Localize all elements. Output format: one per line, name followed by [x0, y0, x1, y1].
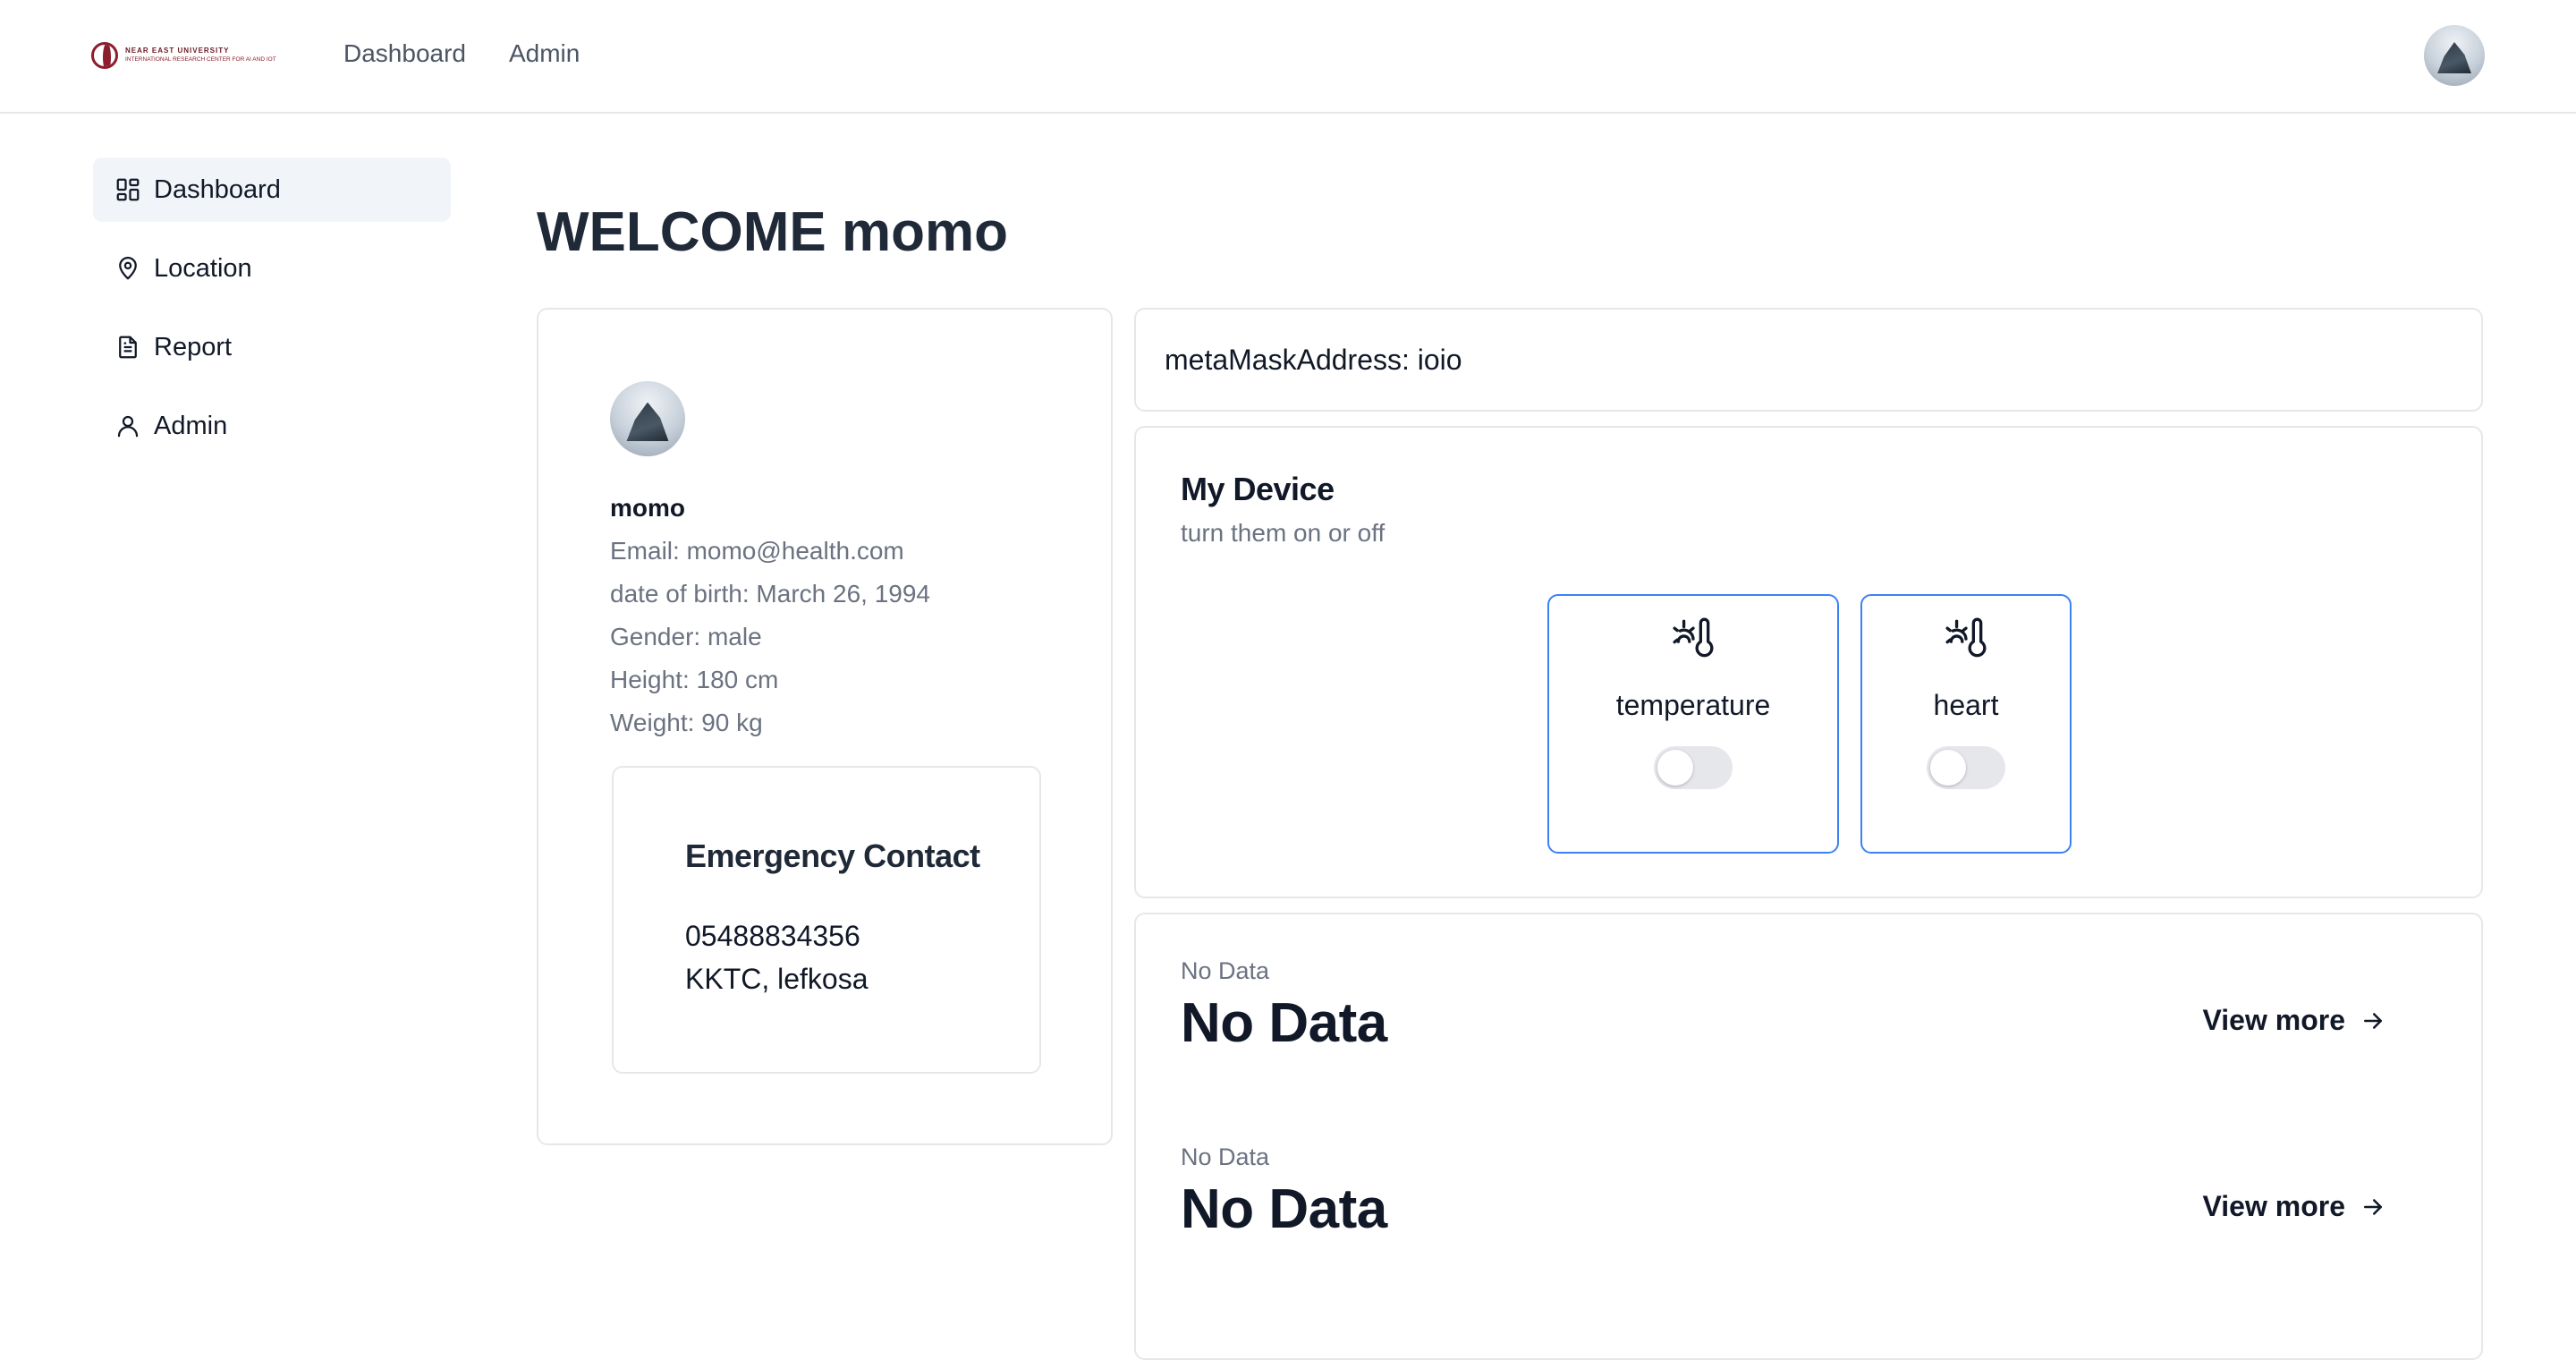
- profile-details: Email: momo@health.com date of birth: Ma…: [610, 530, 930, 744]
- data-caption: No Data: [1181, 1143, 1270, 1170]
- thermometer-sun-icon: [1945, 617, 1987, 658]
- sidebar-item-dashboard[interactable]: Dashboard: [93, 157, 451, 222]
- emergency-contact-phone: 05488834356: [685, 920, 860, 952]
- device-title: My Device: [1181, 471, 1335, 507]
- nav-link-dashboard[interactable]: Dashboard: [343, 39, 466, 68]
- logo-text: NEAR EAST UNIVERSITY INTERNATIONAL RESEA…: [125, 47, 276, 64]
- sidebar-item-report[interactable]: Report: [93, 315, 451, 379]
- university-logo[interactable]: NEAR EAST UNIVERSITY INTERNATIONAL RESEA…: [91, 38, 276, 73]
- data-row: No Data No Data View more: [1181, 957, 2440, 1101]
- profile-dob: date of birth: March 26, 1994: [610, 580, 930, 608]
- dashboard-icon: [116, 178, 140, 201]
- heart-toggle[interactable]: [1927, 746, 2005, 789]
- profile-card: momo Email: momo@health.com date of birt…: [537, 308, 1113, 1145]
- document-icon: [119, 336, 137, 359]
- logo-line2: INTERNATIONAL RESEARCH CENTER FOR AI AND…: [125, 56, 276, 64]
- data-row: No Data No Data View more: [1181, 1143, 2440, 1287]
- logo-line1: NEAR EAST UNIVERSITY: [125, 47, 230, 55]
- view-more-label: View more: [2202, 1004, 2345, 1036]
- profile-email: Email: momo@health.com: [610, 537, 904, 565]
- emergency-contact-address: KKTC, lefkosa: [685, 963, 869, 995]
- data-value: No Data: [1181, 992, 1387, 1054]
- nav-link-admin[interactable]: Admin: [509, 39, 580, 68]
- temperature-toggle[interactable]: [1654, 746, 1733, 789]
- logo-emblem-icon: [91, 42, 118, 69]
- sidebar-item-admin[interactable]: Admin: [93, 394, 451, 458]
- device-heart: heart: [1860, 594, 2072, 854]
- profile-gender: Gender: male: [610, 623, 762, 650]
- sidebar-item-label: Location: [154, 253, 252, 283]
- user-avatar[interactable]: [2424, 25, 2485, 86]
- toggle-knob: [1930, 750, 1966, 786]
- top-nav: Dashboard Admin: [343, 39, 580, 68]
- emergency-contact-title: Emergency Contact: [685, 837, 980, 874]
- top-navbar: NEAR EAST UNIVERSITY INTERNATIONAL RESEA…: [0, 0, 2576, 114]
- profile-avatar: [610, 381, 685, 456]
- arrow-right-icon: [2364, 1198, 2382, 1215]
- metamask-address: metaMaskAddress: ioio: [1165, 344, 1462, 376]
- device-subtitle: turn them on or off: [1181, 519, 1385, 547]
- toggle-knob: [1657, 750, 1693, 786]
- device-temperature: temperature: [1547, 594, 1839, 854]
- sidebar-item-location[interactable]: Location: [93, 236, 451, 301]
- emergency-contact-card: Emergency Contact 05488834356 KKTC, lefk…: [612, 766, 1041, 1074]
- device-label: heart: [1933, 689, 1999, 721]
- sidebar-item-label: Admin: [154, 411, 228, 440]
- page-title: WELCOME momo: [537, 201, 1008, 263]
- user-icon: [117, 415, 139, 438]
- my-device-card: My Device turn them on or off temperatur…: [1134, 426, 2483, 898]
- data-value: No Data: [1181, 1178, 1387, 1240]
- view-more-link[interactable]: View more: [2203, 1004, 2386, 1037]
- device-label: temperature: [1615, 689, 1771, 721]
- profile-name: momo: [610, 494, 685, 522]
- sidebar: Dashboard Location Report Admin: [93, 157, 451, 472]
- profile-height: Height: 180 cm: [610, 666, 779, 693]
- sidebar-item-label: Dashboard: [154, 174, 281, 204]
- location-pin-icon: [119, 257, 137, 280]
- metamask-card: metaMaskAddress: ioio: [1134, 308, 2483, 412]
- sidebar-item-label: Report: [154, 332, 233, 361]
- thermometer-sun-icon: [1673, 617, 1714, 658]
- data-summary-card: No Data No Data View more No Data No Dat…: [1134, 913, 2483, 1360]
- view-more-link[interactable]: View more: [2203, 1190, 2386, 1223]
- arrow-right-icon: [2364, 1012, 2382, 1029]
- view-more-label: View more: [2202, 1190, 2345, 1222]
- profile-weight: Weight: 90 kg: [610, 709, 763, 736]
- data-caption: No Data: [1181, 957, 1270, 984]
